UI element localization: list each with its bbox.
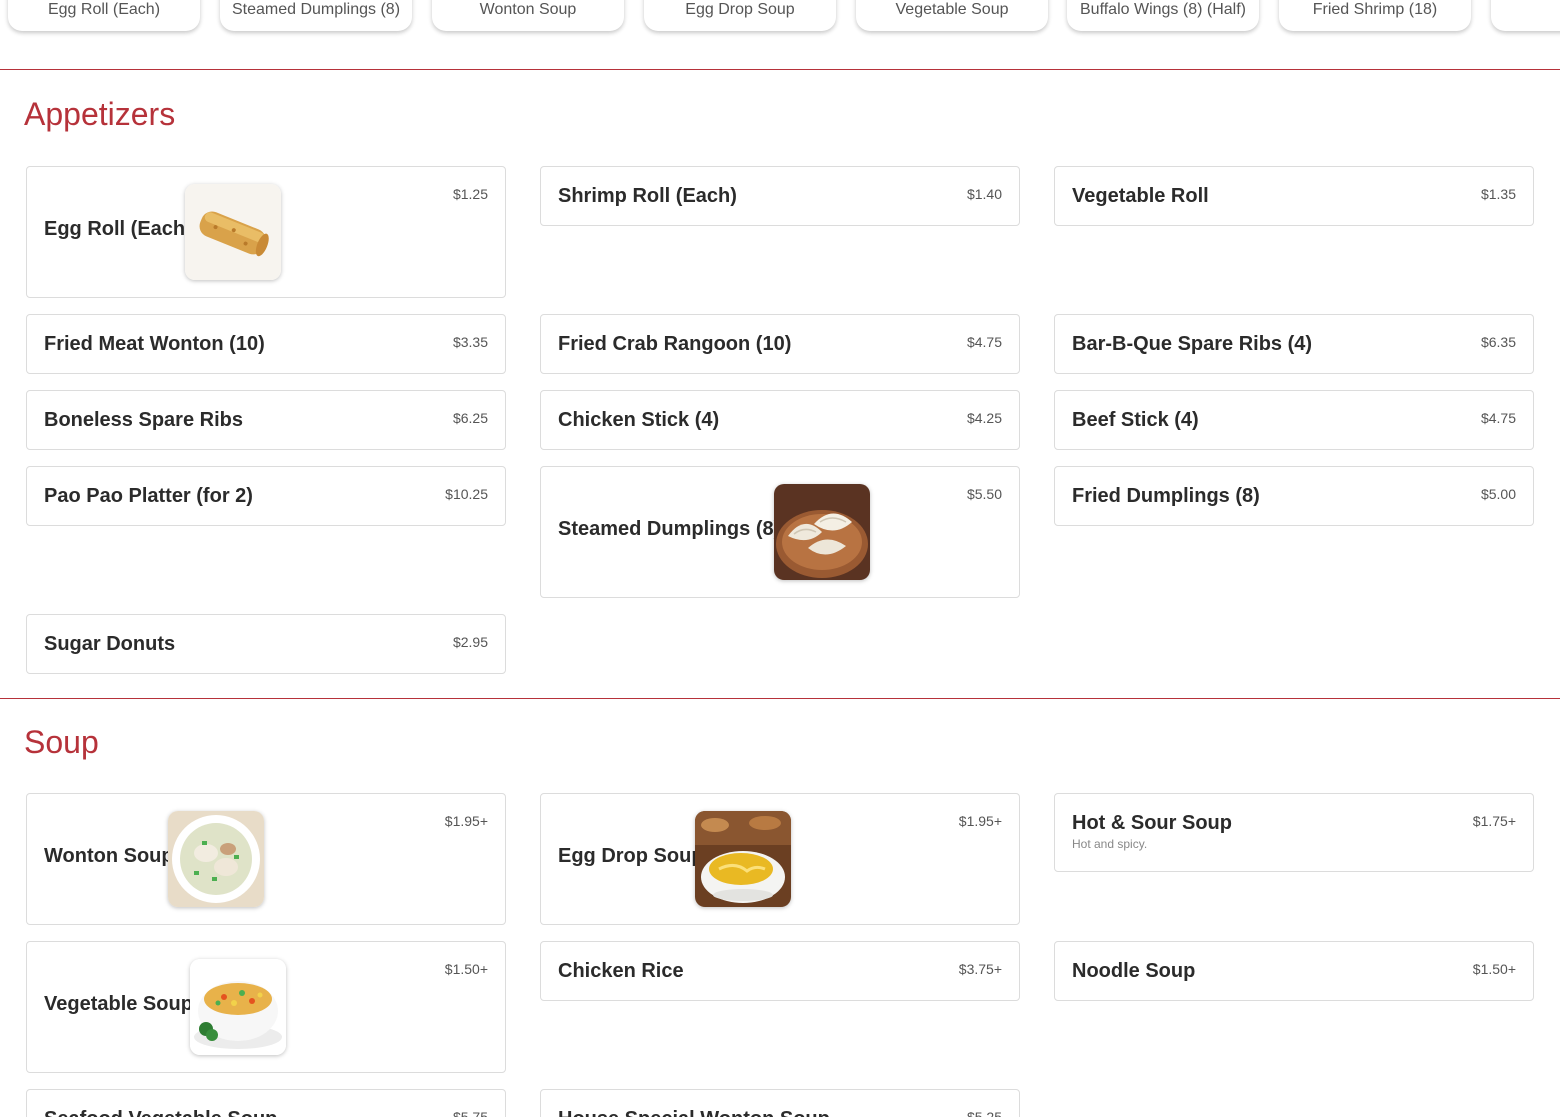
menu-item-name: House Special Wonton Soup xyxy=(558,1108,830,1117)
menu-item-name: Boneless Spare Ribs xyxy=(44,409,243,431)
menu-item-name: Fried Crab Rangoon (10) xyxy=(558,333,792,355)
egg-drop-soup-image xyxy=(695,811,791,907)
menu-item-price: $1.50+ xyxy=(444,961,488,977)
menu-item-card[interactable]: Noodle Soup $1.50+ xyxy=(1054,941,1534,1001)
menu-item-card[interactable]: Chicken Stick (4) $4.25 xyxy=(540,390,1020,450)
category-chip-strip: Egg Roll (Each) Steamed Dumplings (8) Wo… xyxy=(0,0,1560,70)
menu-item-card[interactable]: House Special Wonton Soup $5.25 xyxy=(540,1089,1020,1117)
menu-item-price: $2.95 xyxy=(452,634,488,650)
chip-buffalo-wings[interactable]: Buffalo Wings (8) (Half) xyxy=(1067,0,1259,31)
menu-item-price: $3.75+ xyxy=(958,961,1002,977)
steamed-dumplings-image xyxy=(774,484,870,580)
chip-egg-roll[interactable]: Egg Roll (Each) xyxy=(8,0,200,31)
wonton-soup-image xyxy=(168,811,264,907)
menu-item-price: $1.50+ xyxy=(1472,961,1516,977)
menu-item-price: $4.75 xyxy=(1480,410,1516,426)
menu-item-name: Noodle Soup xyxy=(1072,960,1196,982)
menu-item-name: Egg Roll (Each) xyxy=(44,218,192,240)
menu-item-name: Pao Pao Platter (for 2) xyxy=(44,485,253,507)
menu-item-name: Seafood Vegetable Soup xyxy=(44,1108,277,1117)
menu-item-card[interactable]: Chicken Rice $3.75+ xyxy=(540,941,1020,1001)
menu-item-card[interactable]: Fried Crab Rangoon (10) $4.75 xyxy=(540,314,1020,374)
chip-wonton-soup[interactable]: Wonton Soup xyxy=(432,0,624,31)
menu-item-card[interactable]: Egg Roll (Each) $1.25 xyxy=(26,166,506,298)
menu-item-name: Shrimp Roll (Each) xyxy=(558,185,737,207)
chip-egg-drop-soup[interactable]: Egg Drop Soup xyxy=(644,0,836,31)
menu-item-price: $1.95+ xyxy=(444,813,488,829)
section-divider xyxy=(0,698,1560,699)
menu-item-card[interactable]: Sugar Donuts $2.95 xyxy=(26,614,506,674)
menu-item-name: Vegetable Soup xyxy=(44,993,193,1015)
menu-item-card[interactable]: Fried Meat Wonton (10) $3.35 xyxy=(26,314,506,374)
menu-item-card[interactable]: Steamed Dumplings (8) $5.50 xyxy=(540,466,1020,598)
menu-item-name: Bar-B-Que Spare Ribs (4) xyxy=(1072,333,1313,355)
menu-item-price: $4.75 xyxy=(966,334,1002,350)
menu-item-price: $5.25 xyxy=(966,1109,1002,1117)
menu-item-card[interactable]: Shrimp Roll (Each) $1.40 xyxy=(540,166,1020,226)
vegetable-soup-image xyxy=(190,959,286,1055)
menu-item-card[interactable]: Vegetable Soup $1.50+ xyxy=(26,941,506,1073)
menu-item-card[interactable]: Hot & Sour Soup Hot and spicy. $1.75+ xyxy=(1054,793,1534,872)
egg-roll-image xyxy=(185,184,281,280)
menu-item-name: Sugar Donuts xyxy=(44,633,176,655)
chip-vegetable-soup[interactable]: Vegetable Soup xyxy=(856,0,1048,31)
menu-item-price: $4.25 xyxy=(966,410,1002,426)
menu-item-name: Vegetable Roll xyxy=(1072,185,1209,207)
menu-item-price: $3.35 xyxy=(452,334,488,350)
menu-item-price: $1.25 xyxy=(452,186,488,202)
menu-item-name: Steamed Dumplings (8) xyxy=(558,518,781,540)
menu-item-price: $1.40 xyxy=(966,186,1002,202)
menu-item-card[interactable]: Vegetable Roll $1.35 xyxy=(1054,166,1534,226)
menu-item-card[interactable]: Fried Dumplings (8) $5.00 xyxy=(1054,466,1534,526)
menu-item-price: $1.35 xyxy=(1480,186,1516,202)
section-title-soup: Soup xyxy=(24,724,99,760)
menu-item-price: $1.75+ xyxy=(1472,813,1516,829)
section-title-appetizers: Appetizers xyxy=(24,96,176,132)
menu-item-name: Hot & Sour Soup xyxy=(1072,812,1232,834)
menu-item-card[interactable]: Wonton Soup $1.95+ xyxy=(26,793,506,925)
chip-partial[interactable]: Fr xyxy=(1491,0,1560,31)
menu-item-price: $6.25 xyxy=(452,410,488,426)
menu-item-description: Hot and spicy. xyxy=(1072,837,1148,851)
menu-item-price: $6.35 xyxy=(1480,334,1516,350)
menu-item-price: $5.50 xyxy=(966,486,1002,502)
menu-item-name: Egg Drop Soup xyxy=(558,845,704,867)
menu-item-name: Wonton Soup xyxy=(44,845,174,867)
chip-fried-shrimp[interactable]: Fried Shrimp (18) xyxy=(1279,0,1471,31)
menu-item-card[interactable]: Pao Pao Platter (for 2) $10.25 xyxy=(26,466,506,526)
menu-item-card[interactable]: Bar-B-Que Spare Ribs (4) $6.35 xyxy=(1054,314,1534,374)
menu-item-price: $5.75 xyxy=(452,1109,488,1117)
menu-item-name: Fried Dumplings (8) xyxy=(1072,485,1260,507)
menu-item-price: $5.00 xyxy=(1480,486,1516,502)
menu-item-price: $10.25 xyxy=(445,486,488,502)
menu-item-name: Chicken Stick (4) xyxy=(558,409,720,431)
menu-item-price: $1.95+ xyxy=(958,813,1002,829)
menu-item-card[interactable]: Seafood Vegetable Soup $5.75 xyxy=(26,1089,506,1117)
menu-item-card[interactable]: Egg Drop Soup $1.95+ xyxy=(540,793,1020,925)
chip-steamed-dumplings[interactable]: Steamed Dumplings (8) xyxy=(220,0,412,31)
menu-item-card[interactable]: Beef Stick (4) $4.75 xyxy=(1054,390,1534,450)
menu-item-name: Chicken Rice xyxy=(558,960,684,982)
menu-item-name: Beef Stick (4) xyxy=(1072,409,1199,431)
menu-item-name: Fried Meat Wonton (10) xyxy=(44,333,265,355)
menu-item-card[interactable]: Boneless Spare Ribs $6.25 xyxy=(26,390,506,450)
